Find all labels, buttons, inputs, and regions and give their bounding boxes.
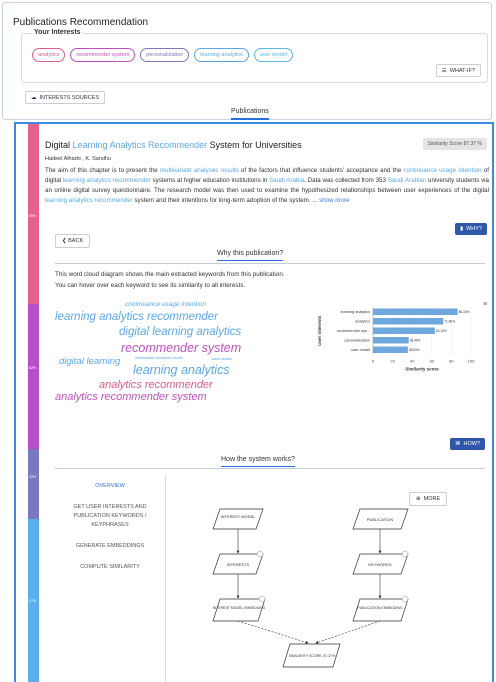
flow-node-publication: PUBLICATION [352, 508, 409, 530]
header-card: Publications Recommendation Your Interes… [2, 2, 492, 120]
y-tick-label: user model [351, 348, 370, 352]
x-tick-label: 80 [449, 359, 454, 364]
word-cloud-keyword[interactable]: digital learning [59, 356, 120, 367]
interest-chip[interactable]: analytics [32, 48, 66, 62]
relevance-segment: 22% [28, 449, 39, 519]
sliders-icon: ☰ [441, 67, 447, 74]
menu-item-overview[interactable]: OVERVIEW [55, 476, 165, 497]
chart-bar [373, 318, 444, 325]
x-tick-label: 40 [410, 359, 415, 364]
svg-text:PUBLICATION: PUBLICATION [367, 517, 393, 522]
show-more-link[interactable]: show more [319, 197, 349, 204]
divider [55, 263, 485, 264]
divider [55, 468, 485, 469]
how-section-title: How the system works? [221, 456, 295, 467]
flow-node-keywords: KEYWORDS [352, 550, 409, 575]
interests-sources-button[interactable]: ☁ INTERESTS SOURCES [25, 91, 106, 104]
how-label: HOW? [463, 441, 481, 447]
chart-bar [373, 346, 408, 353]
bar-chart-icon: ▮ [460, 226, 464, 232]
x-axis-label: Similarity score [405, 367, 439, 372]
x-tick-label: 60 [430, 359, 435, 364]
word-cloud: continuance usage intention learning anal… [55, 301, 295, 411]
cloud-icon: ☁ [31, 94, 37, 101]
svg-text:PUBLICATION EMBEDDING: PUBLICATION EMBEDDING [357, 606, 403, 610]
data-label: 36.46% [410, 339, 421, 343]
x-tick-label: 20 [390, 359, 395, 364]
y-tick-label: learning analytics [341, 310, 370, 314]
publication-panel: 89% 62% 22% 47% Digital Learning Analyti… [14, 122, 494, 682]
x-tick-label: 0 [372, 359, 375, 364]
y-tick-label: analytics [355, 320, 370, 324]
menu-item-embeddings[interactable]: GENERATE EMBEDDINGS [55, 536, 165, 557]
flow-node-publication-embedding: PUBLICATION EMBEDDING [352, 595, 409, 622]
what-if-label: WHAT-IF? [449, 67, 475, 74]
data-label: 35.53% [409, 348, 420, 352]
svg-text:INTEREST MODEL EMBEDDING: INTEREST MODEL EMBEDDING [213, 606, 266, 610]
y-tick-label: personalization [344, 339, 370, 343]
y-axis-label: User interests [317, 315, 322, 346]
interests-sources-label: INTERESTS SOURCES [39, 94, 100, 101]
interests-label: Your Interests [32, 29, 83, 36]
how-button[interactable]: ⌘ HOW? [450, 438, 485, 450]
chart-menu-icon[interactable]: ≡ [483, 301, 487, 308]
flow-diagram: INTEREST MODEL PUBLICATION INTERESTS KEY… [212, 508, 409, 668]
x-tick-label: 100 [468, 359, 475, 364]
menu-item-get-keywords[interactable]: GET USER INTERESTS AND PUBLICATION KEYWO… [55, 497, 165, 536]
interest-chip[interactable]: user model [253, 48, 294, 62]
menu-divider [165, 474, 166, 682]
word-cloud-keyword[interactable]: digital learning analytics [119, 326, 241, 338]
network-icon: ⌘ [455, 441, 461, 447]
similarity-badge: Similarity Score 87.37 % [422, 138, 487, 150]
word-cloud-keyword[interactable]: continuance usage intention [125, 301, 206, 308]
how-menu: OVERVIEW GET USER INTERESTS AND PUBLICAT… [55, 476, 165, 578]
data-label: 63.12% [436, 329, 447, 333]
publication-content: Digital Learning Analytics Recommender S… [43, 124, 491, 682]
menu-item-similarity[interactable]: COMPUTE SIMILARITY [55, 557, 165, 578]
back-button[interactable]: ❮ BACK [55, 234, 91, 248]
word-cloud-keyword[interactable]: learning analytics [133, 363, 230, 377]
page-title: Publications Recommendation [13, 17, 149, 28]
publication-title[interactable]: Digital Learning Analytics Recommender S… [45, 140, 302, 150]
word-cloud-keyword[interactable]: saudi arabia [211, 357, 232, 361]
why-button[interactable]: ▮ WHY? [455, 223, 487, 235]
word-cloud-keyword[interactable]: analytics recommender [99, 379, 213, 391]
word-cloud-keyword[interactable]: multivariate analyses results [135, 356, 183, 360]
chart-bar [373, 337, 409, 344]
flow-node-similarity: SIMILARITY SCORE: 87.37% [282, 643, 341, 668]
relevance-bar: 89% 62% 22% 47% [28, 124, 39, 682]
interest-chip[interactable]: learning analytics [194, 48, 249, 62]
word-cloud-keyword[interactable]: recommender system [121, 341, 241, 355]
relevance-segment: 47% [28, 519, 39, 682]
relevance-segment: 89% [28, 124, 39, 304]
word-cloud-keyword[interactable]: learning analytics recommender [55, 311, 218, 323]
why-label: WHY? [466, 226, 482, 232]
chart-bar [373, 308, 458, 315]
what-if-button[interactable]: ☰ WHAT-IF? [435, 64, 481, 77]
data-label: 86.34% [459, 310, 470, 314]
flow-node-interest-embedding: INTEREST MODEL EMBEDDING [212, 595, 266, 622]
similarity-bar-chart: ≡ 0 20 40 60 80 100 learning analytics 86.34% ana… [317, 301, 487, 372]
svg-text:SIMILARITY SCORE: 87.37%: SIMILARITY SCORE: 87.37% [289, 654, 336, 658]
tab-publications[interactable]: Publications [231, 108, 269, 120]
interests-panel: Your Interests analytics recommender sys… [21, 29, 488, 83]
relevance-segment: 62% [28, 304, 39, 449]
flow-node-interest-model: INTEREST MODEL [212, 508, 264, 530]
word-cloud-description: This word cloud diagram shows the main e… [55, 271, 285, 289]
interest-chip[interactable]: recommender system [70, 48, 136, 62]
more-label: MORE [423, 496, 441, 502]
svg-text:INTEREST MODEL: INTEREST MODEL [220, 514, 256, 519]
word-cloud-keyword[interactable]: analytics recommender system [55, 391, 207, 403]
interest-chip[interactable]: personalization [140, 48, 190, 62]
chart-bar [373, 327, 435, 334]
publication-authors: Hadeel Alharbi , K. Sandhu [45, 156, 112, 162]
why-section-title: Why this publication? [217, 250, 284, 261]
svg-text:KEYWORDS: KEYWORDS [368, 562, 392, 567]
y-tick-label: recommender sys... [337, 329, 370, 333]
publication-abstract: The aim of this chapter is to present th… [45, 167, 489, 204]
interest-chips: analytics recommender system personaliza… [32, 48, 294, 62]
data-label: 71.66% [444, 320, 455, 324]
flow-node-interests: INTERESTS [212, 550, 264, 575]
svg-text:INTERESTS: INTERESTS [227, 562, 250, 567]
